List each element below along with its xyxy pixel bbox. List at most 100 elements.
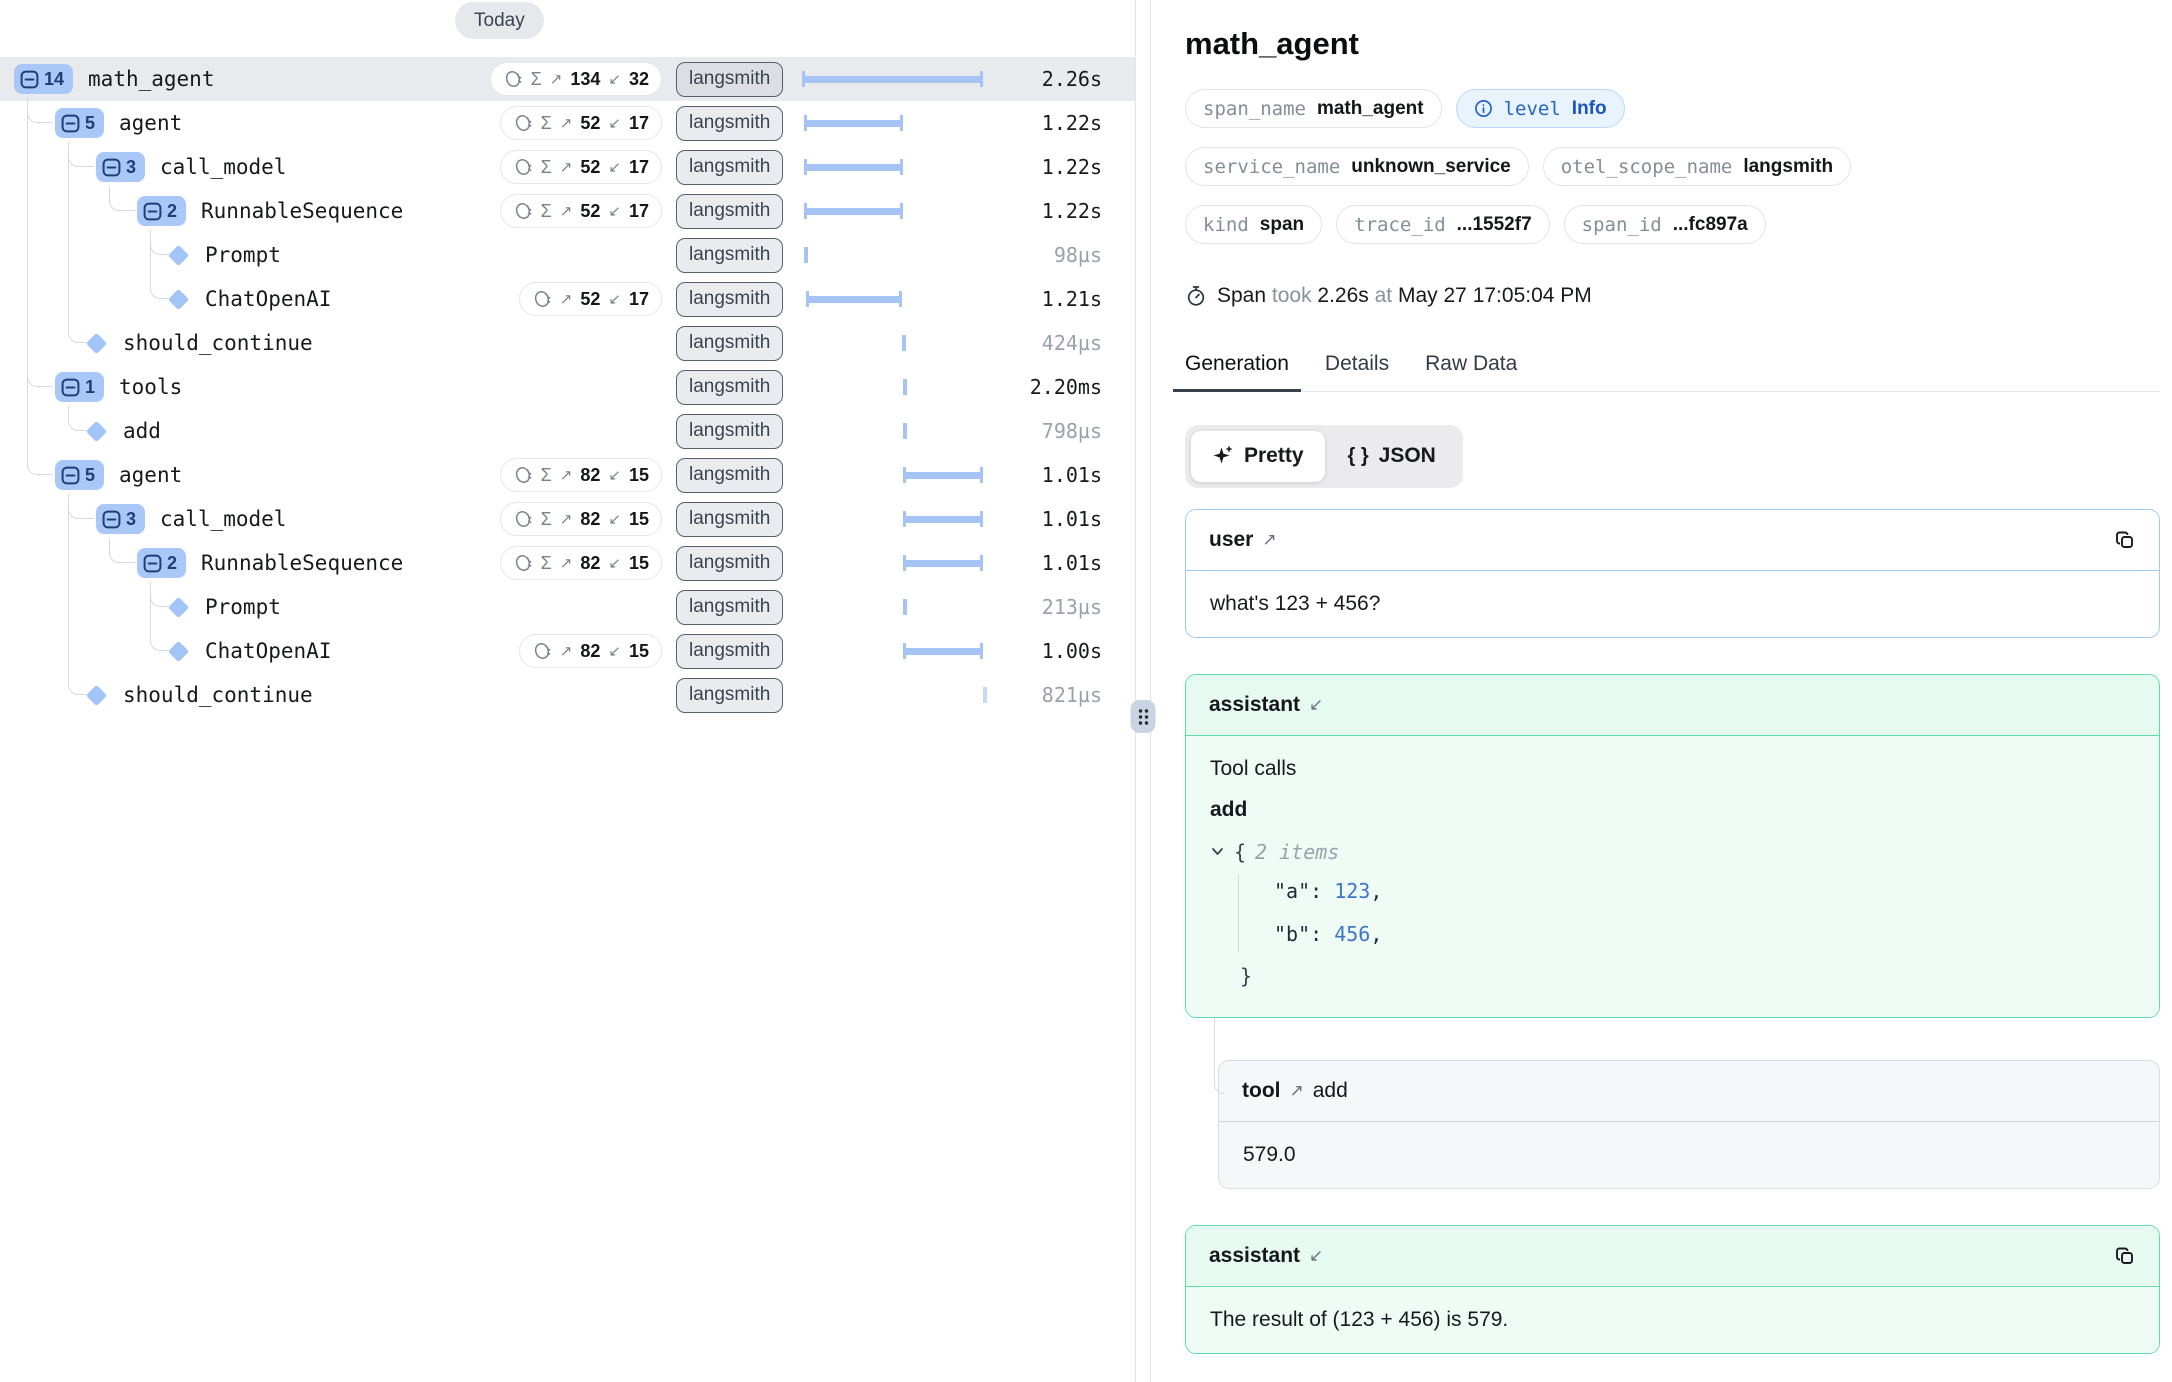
provider-tag: langsmith <box>676 106 783 141</box>
view-toggle-pretty[interactable]: Pretty <box>1191 431 1325 482</box>
pill-row: span_namemath_agent levelInfo <box>1185 89 2160 128</box>
trace-tree-row[interactable]: Promptlangsmith213µs <box>0 585 1135 629</box>
duration-bar <box>903 379 907 395</box>
copy-button[interactable] <box>2114 529 2136 551</box>
sigma-icon: Σ <box>541 465 552 486</box>
leaf-diamond-icon <box>168 244 189 265</box>
tab-details[interactable]: Details <box>1313 352 1401 392</box>
duration-bar <box>804 203 903 219</box>
duration-label: 1.22s <box>990 155 1102 179</box>
collapse-badge[interactable]: 2 <box>137 548 186 578</box>
span-name: agent <box>119 111 182 135</box>
trace-tree-row[interactable]: ChatOpenAI↗82↙15langsmith1.00s <box>0 629 1135 673</box>
span-name: RunnableSequence <box>201 551 403 575</box>
duration-bar-fill <box>807 208 900 215</box>
attribute-pill-kind[interactable]: kindspan <box>1185 205 1322 244</box>
trace-tree-row[interactable]: 3call_modelΣ↗52↙17langsmith1.22s <box>0 145 1135 189</box>
coin-icon <box>513 509 533 529</box>
token-pill-column: Σ↗82↙15 <box>484 546 662 580</box>
trace-tree-row[interactable]: should_continuelangsmith821µs <box>0 673 1135 717</box>
attribute-value: unknown_service <box>1351 156 1510 178</box>
level-badge[interactable]: levelInfo <box>1456 89 1625 128</box>
trace-tree-row[interactable]: 5agentΣ↗82↙15langsmith1.01s <box>0 453 1135 497</box>
provider-tag: langsmith <box>676 546 783 581</box>
tree-connector <box>109 552 135 563</box>
arrow-up-right-icon: ↗ <box>560 554 573 572</box>
attribute-pill-span_id[interactable]: span_id...fc897a <box>1564 205 1766 244</box>
trace-tree-row[interactable]: 14math_agentΣ↗134↙32langsmith2.26s <box>0 57 1135 101</box>
token-pill-column: Σ↗52↙17 <box>484 194 662 228</box>
trace-tree-row[interactable]: should_continuelangsmith424µs <box>0 321 1135 365</box>
json-open-brace: { <box>1234 840 1246 864</box>
trace-tree-row[interactable]: 2RunnableSequenceΣ↗82↙15langsmith1.01s <box>0 541 1135 585</box>
view-toggle-json[interactable]: { }JSON <box>1327 431 1457 482</box>
drag-handle-icon[interactable] <box>1131 700 1156 733</box>
stopwatch-icon <box>1185 285 1207 307</box>
collapse-badge[interactable]: 3 <box>96 152 145 182</box>
minus-square-icon <box>61 378 80 397</box>
tool-call-args-json: { 2 items a123 b456 } <box>1210 834 2135 996</box>
trace-tree-row[interactable]: ChatOpenAI↗52↙17langsmith1.21s <box>0 277 1135 321</box>
message-card-assistant-tool-call: assistant ↙ Tool calls add { <box>1185 674 2160 1018</box>
tree-row-label: 2 RunnableSequence <box>0 548 484 578</box>
json-items-count: 2 items <box>1255 840 1339 864</box>
duration-bar <box>903 643 983 659</box>
coin-icon <box>513 553 533 573</box>
duration-bar-track <box>790 585 990 629</box>
arrow-up-right-icon: ↗ <box>560 202 573 220</box>
trace-tree-row[interactable]: addlangsmith798µs <box>0 409 1135 453</box>
today-button[interactable]: Today <box>455 2 544 39</box>
span-name: Prompt <box>205 243 281 267</box>
duration-bar <box>902 335 906 351</box>
minus-square-icon <box>143 554 162 573</box>
leaf-diamond-icon <box>168 288 189 309</box>
sigma-icon: Σ <box>541 553 552 574</box>
tab-generation[interactable]: Generation <box>1173 352 1301 392</box>
panel-resizer[interactable] <box>1135 0 1151 1382</box>
duration-bar-track <box>790 673 990 717</box>
provider-tag: langsmith <box>676 502 783 537</box>
arrow-up-right-icon: ↗ <box>560 114 573 132</box>
arrow-down-left-icon: ↙ <box>1309 1246 1323 1266</box>
attribute-key: level <box>1504 98 1561 120</box>
provider-chip-column: langsmith <box>662 678 790 713</box>
attribute-pill-service_name[interactable]: service_nameunknown_service <box>1185 147 1529 186</box>
collapse-badge[interactable]: 2 <box>137 196 186 226</box>
trace-tree-row[interactable]: 5agentΣ↗52↙17langsmith1.22s <box>0 101 1135 145</box>
attribute-pill-trace_id[interactable]: trace_id...1552f7 <box>1336 205 1550 244</box>
output-tokens: 17 <box>629 157 649 178</box>
meta-part: 2.26s <box>1312 284 1369 307</box>
attribute-pill-span_name[interactable]: span_namemath_agent <box>1185 89 1442 128</box>
message-text: The result of (123 + 456) is 579. <box>1186 1287 2159 1353</box>
provider-chip-column: langsmith <box>662 634 790 669</box>
duration-bar-fill <box>906 560 980 567</box>
duration-bar-track <box>790 277 990 321</box>
trace-tree-row[interactable]: Promptlangsmith98µs <box>0 233 1135 277</box>
trace-tree-row[interactable]: 3call_modelΣ↗82↙15langsmith1.01s <box>0 497 1135 541</box>
chevron-down-icon[interactable] <box>1210 844 1225 859</box>
trace-tree-row[interactable]: 2RunnableSequenceΣ↗52↙17langsmith1.22s <box>0 189 1135 233</box>
input-tokens: 82 <box>580 641 600 662</box>
collapse-badge[interactable]: 3 <box>96 504 145 534</box>
tab-raw-data[interactable]: Raw Data <box>1413 352 1529 392</box>
tree-connector <box>68 156 94 167</box>
collapse-badge[interactable]: 5 <box>55 460 104 490</box>
duration-bar-track <box>790 453 990 497</box>
coin-icon <box>513 201 533 221</box>
input-tokens: 52 <box>580 113 600 134</box>
provider-tag: langsmith <box>676 590 783 625</box>
leaf-diamond-icon <box>168 596 189 617</box>
span-name: ChatOpenAI <box>205 639 331 663</box>
copy-button[interactable] <box>2114 1245 2136 1267</box>
trace-tree-row[interactable]: 1toolslangsmith2.20ms <box>0 365 1135 409</box>
provider-chip-column: langsmith <box>662 414 790 449</box>
collapse-badge[interactable]: 14 <box>14 64 73 94</box>
tree-row-label: Prompt <box>0 595 484 619</box>
tool-call-name: add <box>1210 798 2135 822</box>
trace-tree: 14math_agentΣ↗134↙32langsmith2.26s5agent… <box>0 57 1135 717</box>
collapse-badge[interactable]: 1 <box>55 372 104 402</box>
tool-connector-line <box>1214 1018 1224 1094</box>
coin-icon <box>532 289 552 309</box>
attribute-pill-otel_scope_name[interactable]: otel_scope_namelangsmith <box>1543 147 1851 186</box>
collapse-badge[interactable]: 5 <box>55 108 104 138</box>
